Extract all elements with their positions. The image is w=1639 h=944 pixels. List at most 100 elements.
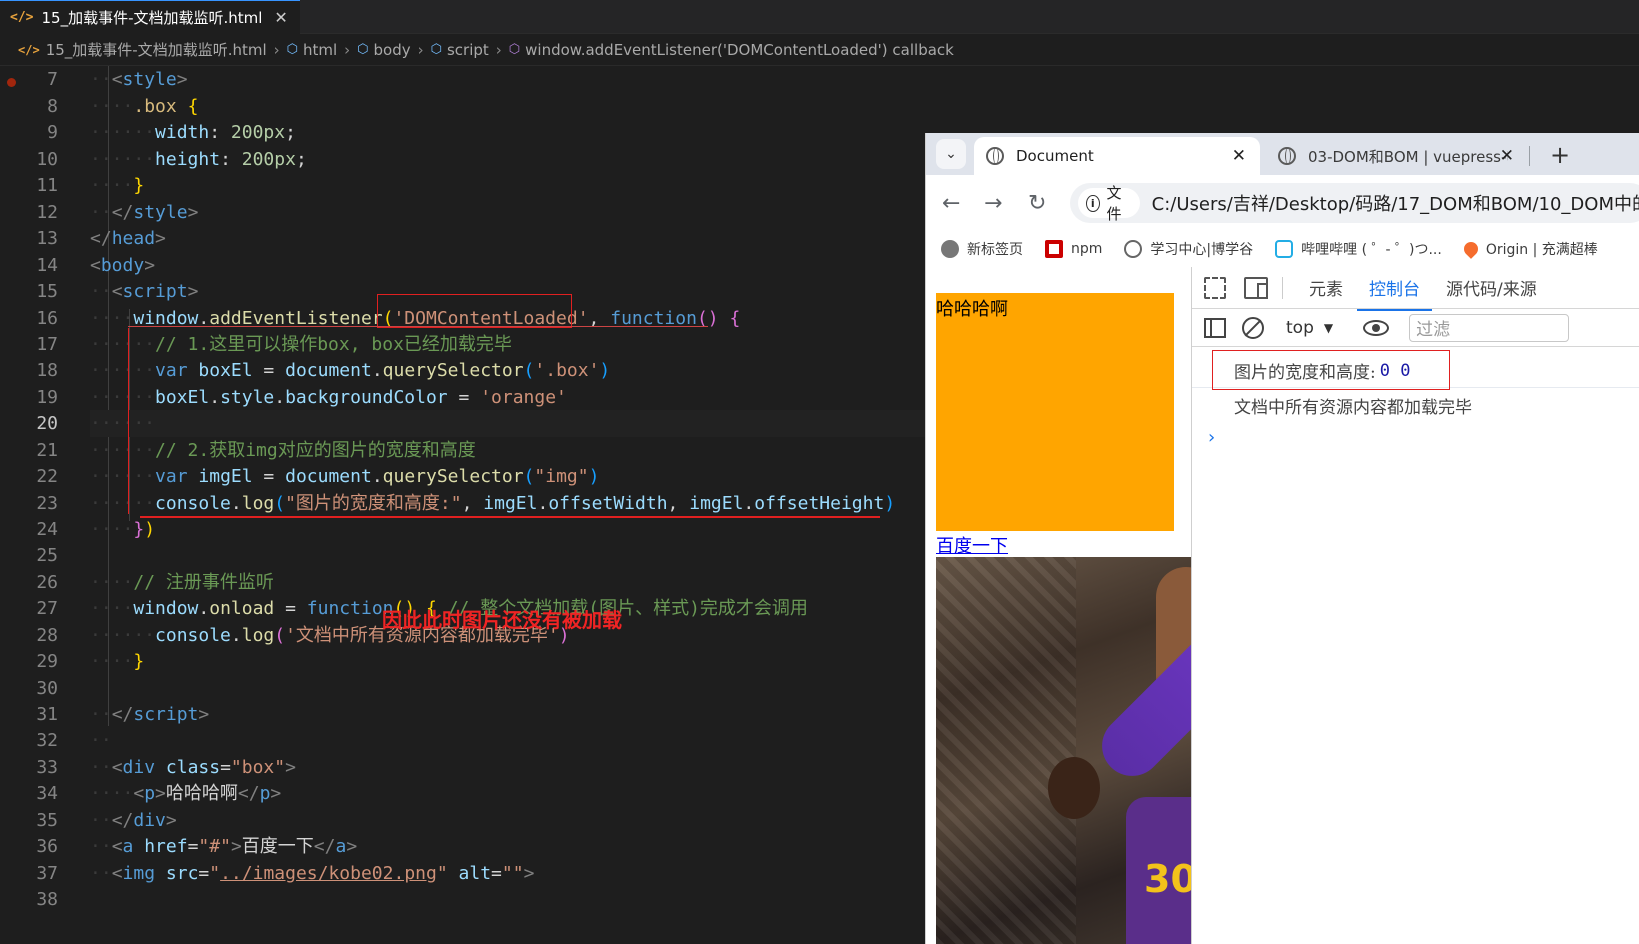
breadcrumb-item-body[interactable]: ⬡ body <box>357 41 410 59</box>
bookmark-origin[interactable]: Origin | 充满超棒 <box>1460 239 1598 259</box>
line-number: 26 <box>36 572 58 593</box>
line-number: 15 <box>36 281 58 302</box>
browser-tab-label: 03-DOM和BOM | vuepress-tl <box>1308 147 1508 166</box>
back-icon[interactable]: ← <box>942 191 960 216</box>
breadcrumb: </> 15_加载事件-文档加载监听.html › ⬡ html › ⬡ body ›… <box>0 34 1639 66</box>
page-viewport: 哈哈哈啊 百度一下 30 <box>926 267 1192 944</box>
breadcrumb-item-script[interactable]: ⬡ script <box>431 41 489 59</box>
line-number: 11 <box>36 175 58 196</box>
eye-icon[interactable] <box>1363 319 1390 336</box>
code-line: ··</div> <box>90 810 177 831</box>
filter-input[interactable]: 过滤 <box>1409 313 1570 342</box>
bookmark-study[interactable]: 学习中心|博学谷 <box>1124 239 1253 259</box>
chevron-right-icon: › <box>495 40 502 59</box>
code-line: ······var imgEl = document.querySelector… <box>90 466 600 487</box>
code-line: ··<img src="../images/kobe02.png" alt=""… <box>90 863 535 884</box>
devtools-tab-console[interactable]: 控制台 <box>1357 275 1432 311</box>
bookmark-bilibili[interactable]: 哔哩哔哩 ( ゜- ゜)つ... <box>1275 239 1442 259</box>
line-number: 32 <box>36 730 58 751</box>
code-line: ··<div class="box"> <box>90 757 296 778</box>
code-line: ······var boxEl = document.querySelector… <box>90 360 611 381</box>
origin-icon <box>1460 239 1481 259</box>
code-line: <body> <box>90 255 156 276</box>
inspect-element-icon[interactable] <box>1204 276 1226 299</box>
console-prompt-icon[interactable]: › <box>1208 427 1215 448</box>
console-log-row: 文档中所有资源内容都加载完毕 <box>1192 388 1639 422</box>
breadcrumb-item-file[interactable]: </> 15_加载事件-文档加载监听.html <box>18 39 267 60</box>
orange-box: 哈哈哈啊 <box>936 293 1174 531</box>
clear-console-icon[interactable] <box>1242 316 1264 339</box>
line-number: 19 <box>36 387 58 408</box>
new-tab-icon[interactable]: + <box>1550 141 1570 169</box>
line-number: 38 <box>36 889 58 910</box>
code-line: ··</style> <box>90 202 199 223</box>
line-number-active: 20 <box>36 413 58 434</box>
line-number: 22 <box>36 466 58 487</box>
globe-icon <box>986 147 1004 165</box>
code-line: </head> <box>90 228 166 249</box>
forward-icon[interactable]: → <box>984 191 1002 216</box>
address-bar[interactable]: i 文件 C:/Users/吉祥/Desktop/码路/17_DOM和BOM/1… <box>1070 183 1639 223</box>
browser-tab-document[interactable]: Document ✕ <box>974 137 1260 175</box>
breadcrumb-label: script <box>446 40 489 59</box>
line-number: 29 <box>36 651 58 672</box>
devtools-tab-sources[interactable]: 源代码/来源 <box>1446 275 1537 300</box>
editor-tab-label: 15_加载事件-文档加载监听.html <box>41 9 263 27</box>
html-file-icon: </> <box>18 42 40 57</box>
box-text: 哈哈哈啊 <box>936 299 1008 320</box>
close-icon[interactable]: ✕ <box>274 8 287 27</box>
bookmark-new-tab[interactable]: 新标签页 <box>941 239 1023 259</box>
code-line: ······width: 200px; <box>90 122 296 143</box>
bookmark-label: 新标签页 <box>967 242 1023 258</box>
code-line: ··<a href="#">百度一下</a> <box>90 836 358 857</box>
photo-player-head <box>1048 757 1100 819</box>
editor-tab[interactable]: </> 15_加载事件-文档加载监听.html ✕ <box>0 0 300 34</box>
breadcrumb-item-html[interactable]: ⬡ html <box>287 41 338 59</box>
device-toolbar-icon[interactable] <box>1244 276 1268 299</box>
code-line: ····}) <box>90 519 156 540</box>
code-line: ··<script> <box>90 281 199 302</box>
symbol-icon: ⬡ <box>357 42 369 57</box>
browser-toolbar: ← → ↻ i 文件 C:/Users/吉祥/Desktop/码路/17_DOM… <box>926 175 1639 231</box>
chevron-right-icon: › <box>417 40 424 59</box>
line-number: 14 <box>36 255 58 276</box>
highlight-box <box>377 294 572 328</box>
bookmark-npm[interactable]: npm <box>1045 240 1102 258</box>
devtools-tab-elements[interactable]: 元素 <box>1309 275 1343 300</box>
close-icon[interactable]: ✕ <box>1500 146 1514 166</box>
line-number: 27 <box>36 598 58 619</box>
bookmark-label: Origin | 充满超棒 <box>1485 242 1598 258</box>
site-info-chip[interactable]: i 文件 <box>1078 184 1140 223</box>
highlight-bracket <box>128 328 129 514</box>
file-chip-label: 文件 <box>1106 184 1122 223</box>
sidebar-toggle-icon[interactable] <box>1204 317 1226 338</box>
code-line: ····// 注册事件监听 <box>90 572 274 593</box>
breadcrumb-label: window.addEventListener('DOMContentLoade… <box>525 40 954 59</box>
chevron-down-icon[interactable]: ⌄ <box>936 139 966 169</box>
code-line: ··<style> <box>90 69 188 90</box>
context-selector[interactable]: top ▼ <box>1286 318 1333 338</box>
reload-icon[interactable]: ↻ <box>1028 191 1046 216</box>
breadcrumb-item-callback[interactable]: ⬡ window.addEventListener('DOMContentLoad… <box>509 41 954 59</box>
line-number: 8 <box>47 96 58 117</box>
breadcrumb-label: 15_加载事件-文档加载监听.html <box>45 41 267 59</box>
breadcrumb-label: html <box>302 40 338 59</box>
browser-tab-strip: ⌄ Document ✕ 03-DOM和BOM | vuepress-tl ✕ … <box>926 133 1639 175</box>
line-number: 10 <box>36 149 58 170</box>
bookmark-label: 学习中心|博学谷 <box>1150 242 1254 258</box>
close-icon[interactable]: ✕ <box>1232 146 1246 166</box>
function-icon: ⬡ <box>508 42 521 57</box>
chevron-right-icon: › <box>344 40 351 59</box>
code-editor[interactable]: 7 8 9 10 11 12 13 14 15 16 17 18 19 20 2… <box>0 66 925 944</box>
symbol-icon: ⬡ <box>430 42 442 57</box>
browser-tab-vuepress[interactable]: 03-DOM和BOM | vuepress-tl ✕ <box>1268 137 1542 175</box>
bookmark-label: npm <box>1071 241 1103 257</box>
line-number: 31 <box>36 704 58 725</box>
line-number: 30 <box>36 678 58 699</box>
code-line: ····} <box>90 175 145 196</box>
code-line: ····<p>哈哈哈啊</p> <box>90 783 282 804</box>
line-number: 7 <box>47 69 58 90</box>
info-icon: i <box>1086 194 1100 212</box>
bookmarks-bar: 新标签页 npm 学习中心|博学谷 哔哩哔哩 ( ゜- ゜)つ... Origi… <box>926 231 1639 267</box>
baidu-link[interactable]: 百度一下 <box>936 532 1008 558</box>
